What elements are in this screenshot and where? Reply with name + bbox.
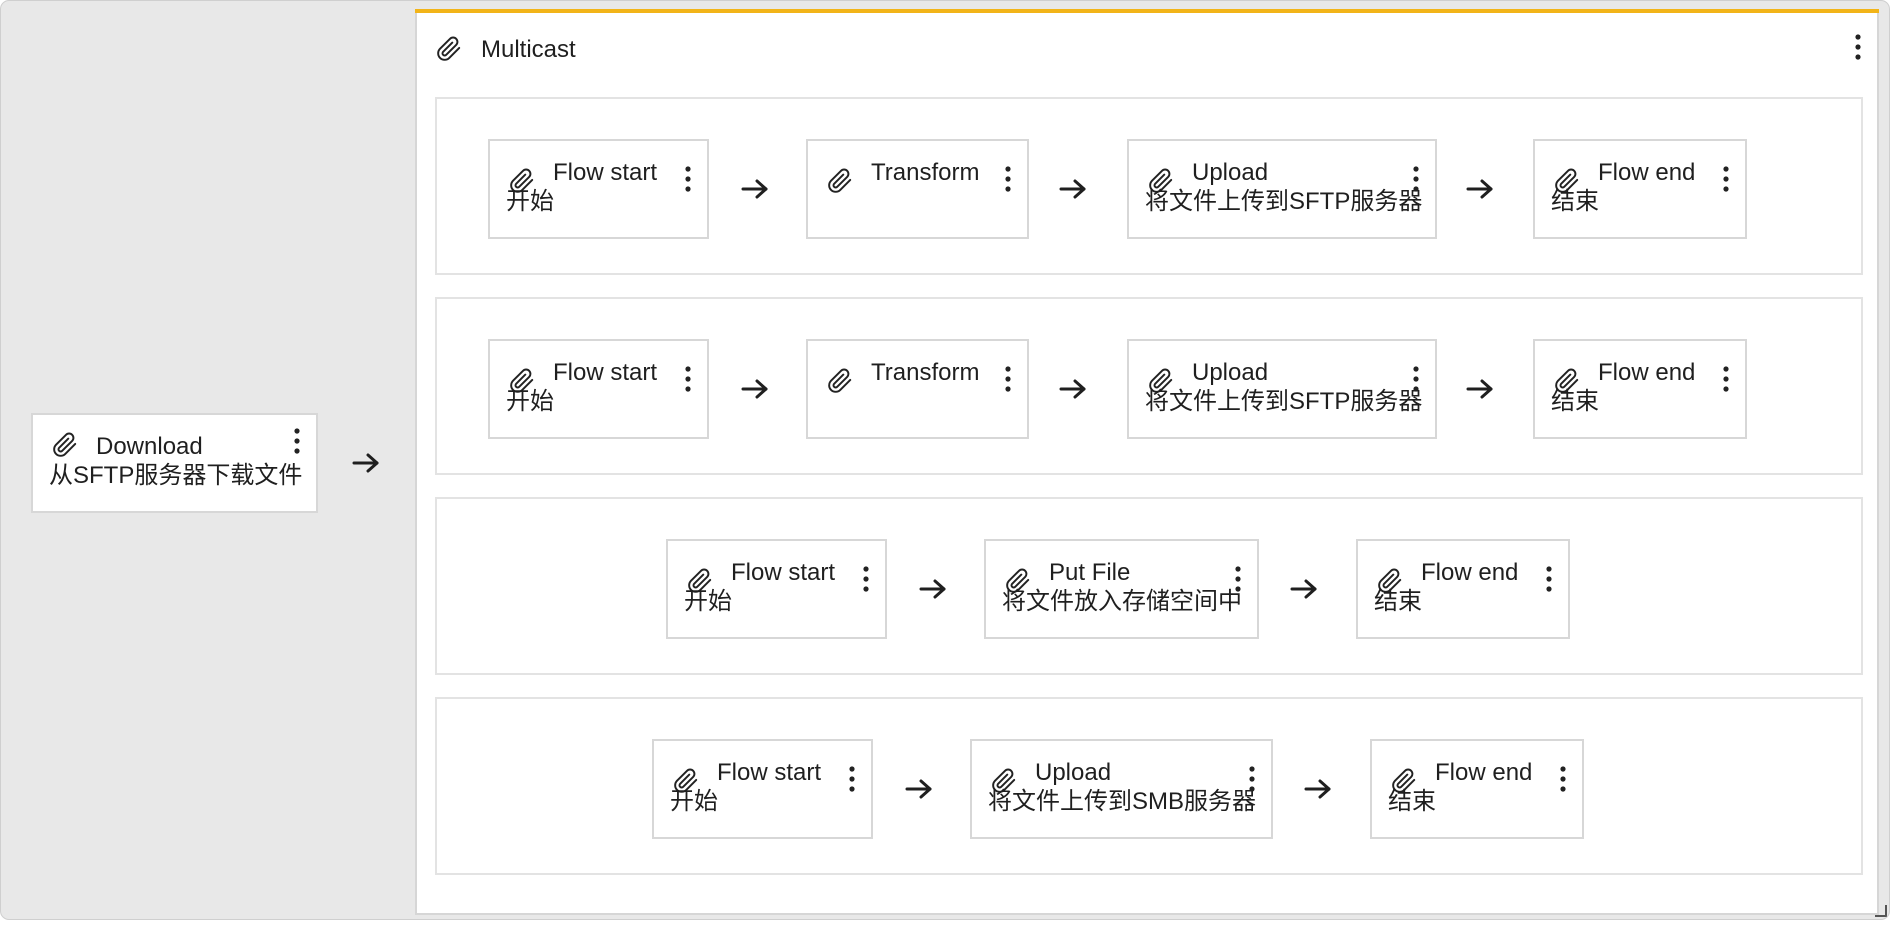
multicast-branch: Flow start 开始 Upload 将文件上传到SMB服务器 Flow e… bbox=[435, 697, 1863, 875]
node-description: 开始 bbox=[506, 388, 554, 415]
node-name: Flow end bbox=[1598, 159, 1696, 186]
node-name: Transform bbox=[871, 359, 980, 386]
kebab-menu-icon[interactable] bbox=[1001, 163, 1015, 195]
node-name: Upload bbox=[1192, 359, 1269, 386]
node-name: Put File bbox=[1049, 559, 1131, 586]
multicast-branch: Flow start 开始 Put File 将文件放入存储空间中 Flow e… bbox=[435, 497, 1863, 675]
node-flow-start[interactable]: Flow start 开始 bbox=[652, 739, 873, 839]
arrow-right-icon bbox=[740, 174, 770, 204]
node-flow-start[interactable]: Flow start 开始 bbox=[488, 139, 709, 239]
kebab-menu-icon[interactable] bbox=[1556, 763, 1570, 795]
node-description: 结束 bbox=[1374, 588, 1422, 615]
node-description: 将文件放入存储空间中 bbox=[1002, 588, 1242, 615]
paperclip-icon bbox=[826, 167, 854, 195]
node-flow-end[interactable]: Flow end 结束 bbox=[1356, 539, 1570, 639]
kebab-menu-icon[interactable] bbox=[1001, 363, 1015, 395]
kebab-menu-icon[interactable] bbox=[290, 425, 304, 457]
node-download[interactable]: Download 从SFTP服务器下载文件 bbox=[31, 413, 318, 513]
node-transform[interactable]: Transform bbox=[806, 339, 1029, 439]
multicast-branch: Flow start 开始 Transform Upload 将文件上传到SFT… bbox=[435, 97, 1863, 275]
node-name: Flow start bbox=[553, 159, 658, 186]
arrow-right-icon bbox=[1289, 574, 1319, 604]
kebab-menu-icon[interactable] bbox=[1542, 563, 1556, 595]
node-upload[interactable]: Upload 将文件上传到SFTP服务器 bbox=[1127, 339, 1437, 439]
node-flow-end[interactable]: Flow end 结束 bbox=[1533, 139, 1747, 239]
node-description: 结束 bbox=[1551, 188, 1599, 215]
kebab-menu-icon[interactable] bbox=[1245, 763, 1259, 795]
node-description: 开始 bbox=[670, 788, 718, 815]
arrow-right-icon bbox=[1303, 774, 1333, 804]
kebab-menu-icon[interactable] bbox=[681, 163, 695, 195]
kebab-menu-icon[interactable] bbox=[859, 563, 873, 595]
node-upload[interactable]: Upload 将文件上传到SMB服务器 bbox=[970, 739, 1273, 839]
node-name: Upload bbox=[1192, 159, 1269, 186]
multicast-container[interactable]: Multicast Flow start 开始 Transform Upload… bbox=[415, 9, 1879, 915]
node-name: Transform bbox=[871, 159, 980, 186]
node-description: 将文件上传到SMB服务器 bbox=[988, 788, 1257, 815]
kebab-menu-icon[interactable] bbox=[1719, 363, 1733, 395]
resize-handle[interactable] bbox=[1875, 905, 1887, 917]
arrow-right-icon bbox=[904, 774, 934, 804]
kebab-menu-icon[interactable] bbox=[1409, 163, 1423, 195]
flow-canvas[interactable]: Download 从SFTP服务器下载文件 Multicast Flow sta… bbox=[0, 0, 1890, 920]
node-upload[interactable]: Upload 将文件上传到SFTP服务器 bbox=[1127, 139, 1437, 239]
kebab-menu-icon[interactable] bbox=[1719, 163, 1733, 195]
node-name: Upload bbox=[1035, 759, 1112, 786]
paperclip-icon bbox=[435, 35, 463, 63]
kebab-menu-icon[interactable] bbox=[1231, 563, 1245, 595]
node-name: Download bbox=[96, 433, 203, 460]
node-name: Flow start bbox=[553, 359, 658, 386]
arrow-right-icon bbox=[1058, 174, 1088, 204]
node-description: 结束 bbox=[1388, 788, 1436, 815]
arrow-right-icon bbox=[1465, 174, 1495, 204]
kebab-menu-icon[interactable] bbox=[1851, 31, 1865, 63]
node-put-file[interactable]: Put File 将文件放入存储空间中 bbox=[984, 539, 1259, 639]
node-transform[interactable]: Transform bbox=[806, 139, 1029, 239]
kebab-menu-icon[interactable] bbox=[1409, 363, 1423, 395]
node-flow-end[interactable]: Flow end 结束 bbox=[1370, 739, 1584, 839]
arrow-right-icon bbox=[351, 448, 381, 478]
multicast-accent-bar bbox=[415, 9, 1879, 13]
node-name: Flow start bbox=[731, 559, 836, 586]
arrow-right-icon bbox=[1058, 374, 1088, 404]
arrow-right-icon bbox=[918, 574, 948, 604]
multicast-branch: Flow start 开始 Transform Upload 将文件上传到SFT… bbox=[435, 297, 1863, 475]
paperclip-icon bbox=[51, 431, 79, 459]
node-name: Flow end bbox=[1598, 359, 1696, 386]
node-name: Flow end bbox=[1435, 759, 1533, 786]
node-name: Flow start bbox=[717, 759, 822, 786]
multicast-title: Multicast bbox=[481, 36, 576, 63]
node-description: 将文件上传到SFTP服务器 bbox=[1145, 188, 1423, 215]
paperclip-icon bbox=[826, 367, 854, 395]
node-description: 将文件上传到SFTP服务器 bbox=[1145, 388, 1423, 415]
node-flow-end[interactable]: Flow end 结束 bbox=[1533, 339, 1747, 439]
node-flow-start[interactable]: Flow start 开始 bbox=[488, 339, 709, 439]
node-description: 开始 bbox=[684, 588, 732, 615]
arrow-right-icon bbox=[1465, 374, 1495, 404]
node-flow-start[interactable]: Flow start 开始 bbox=[666, 539, 887, 639]
node-description: 开始 bbox=[506, 188, 554, 215]
node-name: Flow end bbox=[1421, 559, 1519, 586]
kebab-menu-icon[interactable] bbox=[681, 363, 695, 395]
kebab-menu-icon[interactable] bbox=[845, 763, 859, 795]
arrow-right-icon bbox=[740, 374, 770, 404]
node-description: 从SFTP服务器下载文件 bbox=[49, 462, 303, 489]
node-description: 结束 bbox=[1551, 388, 1599, 415]
